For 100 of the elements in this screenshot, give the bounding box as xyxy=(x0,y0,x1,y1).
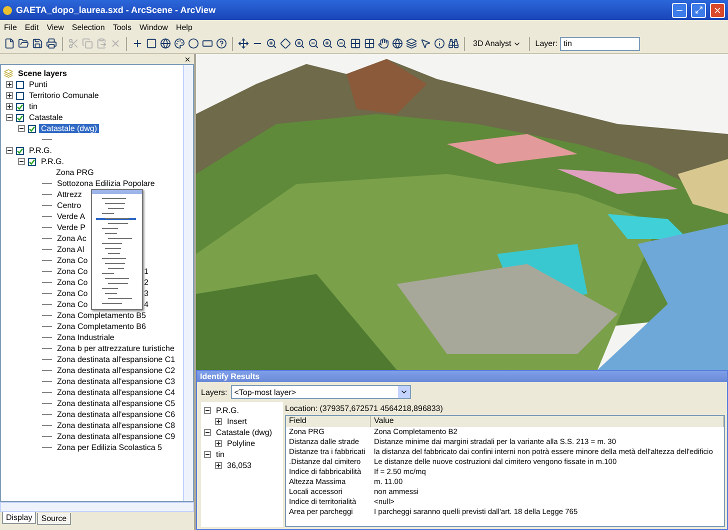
binoculars-icon[interactable] xyxy=(448,38,459,49)
legend-label: Zona destinata all'espansione C3 xyxy=(56,377,176,386)
legend-label: Zona Co xyxy=(56,278,89,287)
line-symbol-icon xyxy=(42,139,52,140)
legend-label: Sottozona Edilizia Popolare xyxy=(56,179,156,188)
layer-checkbox[interactable] xyxy=(16,146,24,154)
menu-item[interactable]: Selection xyxy=(72,22,105,32)
tab[interactable]: Source xyxy=(37,513,71,525)
hand-icon[interactable] xyxy=(378,38,389,49)
expand-toggle[interactable] xyxy=(6,114,13,121)
expand-toggle[interactable] xyxy=(204,429,211,436)
legend-label: Verde A xyxy=(56,212,86,221)
globe-icon[interactable] xyxy=(160,38,171,49)
save-icon[interactable] xyxy=(32,38,43,49)
layers-icon[interactable] xyxy=(406,38,417,49)
tree-item[interactable]: Catastale (dwg) xyxy=(214,428,274,437)
legend-label: Zona destinata all'espansione C4 xyxy=(56,388,176,397)
expand-toggle[interactable] xyxy=(6,92,13,99)
layer-field[interactable]: tin xyxy=(560,36,640,50)
printer-icon[interactable] xyxy=(46,38,57,49)
layer-name[interactable]: Catastale (dwg) xyxy=(39,124,100,133)
layer-checkbox[interactable] xyxy=(16,114,24,122)
tree-item[interactable]: tin xyxy=(214,450,226,459)
expand-toggle[interactable] xyxy=(18,158,25,165)
menu-item[interactable]: Edit xyxy=(24,22,39,32)
window-title: GAETA_dopo_laurea.sxd - ArcScene - ArcView xyxy=(16,5,217,15)
expand-toggle[interactable] xyxy=(6,103,13,110)
move-icon[interactable] xyxy=(238,38,249,49)
legend-heading: Zona PRG xyxy=(55,168,95,177)
field-label: Layer: xyxy=(535,39,558,48)
layer-checkbox[interactable] xyxy=(28,124,36,132)
tree-item[interactable]: 36,053 xyxy=(225,461,254,470)
expand-toggle[interactable] xyxy=(215,440,222,447)
layer-name[interactable]: Catastale xyxy=(27,113,65,122)
tree-item[interactable]: Insert xyxy=(225,417,250,426)
square-icon[interactable] xyxy=(146,38,157,49)
close-icon[interactable] xyxy=(184,56,191,62)
diamond-icon[interactable] xyxy=(280,38,291,49)
layer-name[interactable]: tin xyxy=(27,102,40,111)
plus-icon[interactable] xyxy=(132,38,143,49)
help-icon[interactable] xyxy=(216,38,227,49)
circle-icon[interactable] xyxy=(188,38,199,49)
legend-label: 4 xyxy=(144,300,148,309)
close-icon xyxy=(713,6,722,14)
expand-toggle[interactable] xyxy=(215,418,222,425)
maximize-button[interactable] xyxy=(691,2,706,18)
menu-item[interactable]: Tools xyxy=(112,22,132,32)
menu-item[interactable]: Help xyxy=(176,22,192,32)
legend-label: Zona destinata all'espansione C9 xyxy=(56,432,176,441)
layer-name[interactable]: P.R.G. xyxy=(27,146,54,155)
expand-toggle[interactable] xyxy=(6,147,13,154)
pointer-icon[interactable] xyxy=(420,38,431,49)
zoom-in-icon[interactable] xyxy=(294,38,305,49)
grid-icon[interactable] xyxy=(364,38,375,49)
legend-label: Zona Co xyxy=(56,289,89,298)
grid-icon[interactable] xyxy=(350,38,361,49)
window-title: Identify Results xyxy=(197,371,727,382)
layer-name[interactable]: Territorio Comunale xyxy=(27,91,101,100)
maximize-icon xyxy=(694,6,702,14)
legend-label: 1 xyxy=(144,267,148,276)
layer-name[interactable]: P.R.G. xyxy=(39,157,66,166)
expand-toggle[interactable] xyxy=(6,81,13,88)
legend-label: Zona per Edilizia Scolastica 5 xyxy=(56,443,163,452)
analyst-dropdown[interactable]: 3D Analyst xyxy=(470,39,524,48)
legend-label: Zona destinata all'espansione C1 xyxy=(56,355,176,364)
legend-label: Zona Co xyxy=(56,267,89,276)
zoom-in-icon[interactable] xyxy=(322,38,333,49)
tree-root: Scene layers xyxy=(17,69,68,78)
legend-label: 2 xyxy=(144,278,148,287)
rectangle-icon[interactable] xyxy=(202,38,213,49)
layer-checkbox[interactable] xyxy=(16,92,24,100)
zoom-out-icon[interactable] xyxy=(336,38,347,49)
palette-icon[interactable] xyxy=(174,38,185,49)
layer-checkbox[interactable] xyxy=(16,80,24,88)
menu-item[interactable]: View xyxy=(46,22,64,32)
legend-label: Zona Completamento B6 xyxy=(56,322,147,331)
expand-toggle[interactable] xyxy=(18,125,25,132)
layer-name[interactable]: Punti xyxy=(27,80,50,89)
expand-toggle[interactable] xyxy=(204,407,211,414)
column-header: Value xyxy=(371,416,724,427)
minimize-button[interactable] xyxy=(672,2,687,18)
new-file-icon[interactable] xyxy=(4,38,15,49)
close-button[interactable] xyxy=(710,2,725,18)
menu-item[interactable]: File xyxy=(4,22,17,32)
menu-item[interactable]: Window xyxy=(140,22,168,32)
legend-label: Zona destinata all'espansione C2 xyxy=(56,366,176,375)
zoom-out-icon[interactable] xyxy=(308,38,319,49)
tree-item[interactable]: Polyline xyxy=(225,439,258,448)
legend-label: Zona destinata all'espansione C5 xyxy=(56,399,176,408)
zoom-in-icon[interactable] xyxy=(266,38,277,49)
tree-item[interactable]: P.R.G. xyxy=(214,406,241,415)
layers-dropdown[interactable]: <Top-most layer> xyxy=(231,385,412,399)
tab[interactable]: Display xyxy=(2,512,36,524)
globe-icon[interactable] xyxy=(392,38,403,49)
info-icon[interactable] xyxy=(434,38,445,49)
layer-checkbox[interactable] xyxy=(28,158,36,166)
expand-toggle[interactable] xyxy=(204,451,211,458)
expand-toggle[interactable] xyxy=(215,462,222,469)
layer-checkbox[interactable] xyxy=(16,102,24,110)
folder-icon[interactable] xyxy=(18,38,29,49)
